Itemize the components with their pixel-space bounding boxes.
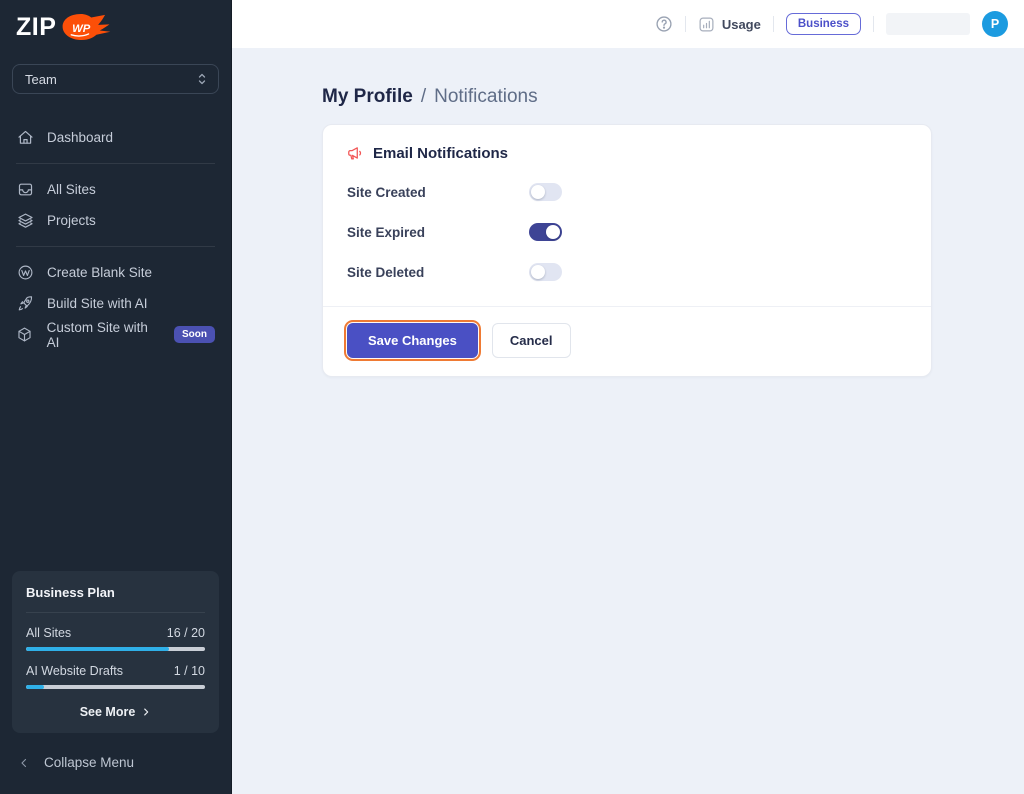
metric-value: 16 / 20 [167,626,205,640]
sidebar-item-label: All Sites [47,182,96,197]
toggle-label: Site Expired [347,225,529,240]
breadcrumb: My Profile / Notifications [322,86,1024,108]
app-logo[interactable]: ZIP WP [0,0,231,42]
layers-icon [16,212,34,230]
wordpress-icon [16,264,34,282]
avatar[interactable]: P [982,11,1008,37]
topbar-divider [873,16,874,32]
bar-chart-icon [698,16,715,33]
sites-icon [16,181,34,199]
chevron-right-icon [141,707,151,717]
topbar-divider [685,16,686,32]
toggle-label: Site Created [347,185,529,200]
breadcrumb-separator: / [421,86,426,108]
sidebar-spacer [0,350,231,571]
help-button[interactable] [655,15,673,33]
logo-flame-icon: WP [60,12,112,42]
cancel-button[interactable]: Cancel [492,323,571,358]
card-title: Email Notifications [373,145,508,162]
sidebar-item-label: Create Blank Site [47,265,152,280]
question-circle-icon [655,15,673,33]
plan-metric-ai-drafts: AI Website Drafts 1 / 10 [26,664,205,689]
svg-text:WP: WP [73,23,92,35]
toggle-row-site-expired: Site Expired [323,212,931,252]
see-more-button[interactable]: See More [26,705,205,721]
soon-badge: Soon [174,326,215,343]
collapse-menu-button[interactable]: Collapse Menu [0,745,231,794]
plan-metric-all-sites: All Sites 16 / 20 [26,626,205,651]
user-name-redacted [886,13,970,35]
site-expired-toggle[interactable] [529,223,562,241]
sidebar-divider [16,163,215,164]
save-changes-button[interactable]: Save Changes [347,323,478,358]
email-notifications-card: Email Notifications Site Created Site Ex… [322,124,932,377]
sidebar-nav: Dashboard All Sites Projects Create Blan… [0,122,231,350]
sidebar-item-dashboard[interactable]: Dashboard [0,122,231,153]
site-created-toggle[interactable] [529,183,562,201]
toggle-label: Site Deleted [347,265,529,280]
metric-label: All Sites [26,626,71,640]
sidebar-item-all-sites[interactable]: All Sites [0,174,231,205]
unfold-chevrons-icon [196,72,208,86]
topbar: Usage Business P [232,0,1024,48]
sidebar-item-build-site-with-ai[interactable]: Build Site with AI [0,288,231,319]
logo-zip-text: ZIP [16,13,56,41]
home-icon [16,129,34,147]
toggle-knob [531,265,545,279]
toggle-row-site-created: Site Created [323,172,931,212]
card-header: Email Notifications [323,125,931,172]
collapse-menu-label: Collapse Menu [44,755,134,770]
toggle-knob [546,225,560,239]
team-selector-value: Team [25,72,57,87]
sidebar-item-label: Projects [47,213,96,228]
site-deleted-toggle[interactable] [529,263,562,281]
card-footer: Save Changes Cancel [323,306,931,376]
sidebar-item-label: Custom Site with AI [47,320,161,350]
progress-bar [26,685,205,689]
breadcrumb-page: Notifications [434,86,538,108]
rocket-icon [16,295,34,313]
sidebar-item-label: Dashboard [47,130,113,145]
plan-usage-card: Business Plan All Sites 16 / 20 AI Websi… [12,571,219,733]
chevron-left-icon [18,757,30,769]
usage-label: Usage [722,17,761,32]
sidebar-item-projects[interactable]: Projects [0,205,231,236]
page-content: My Profile / Notifications Email Notific… [232,48,1024,794]
usage-button[interactable]: Usage [698,16,761,33]
team-selector[interactable]: Team [12,64,219,94]
progress-bar [26,647,205,651]
sidebar-item-custom-site-with-ai[interactable]: Custom Site with AI Soon [0,319,231,350]
sidebar-item-label: Build Site with AI [47,296,148,311]
sidebar-item-create-blank-site[interactable]: Create Blank Site [0,257,231,288]
cube-icon [16,326,34,344]
metric-value: 1 / 10 [174,664,205,678]
toggle-row-site-deleted: Site Deleted [323,252,931,292]
sidebar-divider [16,246,215,247]
metric-label: AI Website Drafts [26,664,123,678]
megaphone-icon [347,145,364,162]
topbar-divider [773,16,774,32]
sidebar: ZIP WP Team Dashboard All Sites [0,0,232,794]
main-area: Usage Business P My Profile / Notificati… [232,0,1024,794]
plan-badge[interactable]: Business [786,13,861,35]
see-more-label: See More [80,705,136,719]
plan-title: Business Plan [26,585,205,613]
breadcrumb-section[interactable]: My Profile [322,86,413,108]
toggle-knob [531,185,545,199]
